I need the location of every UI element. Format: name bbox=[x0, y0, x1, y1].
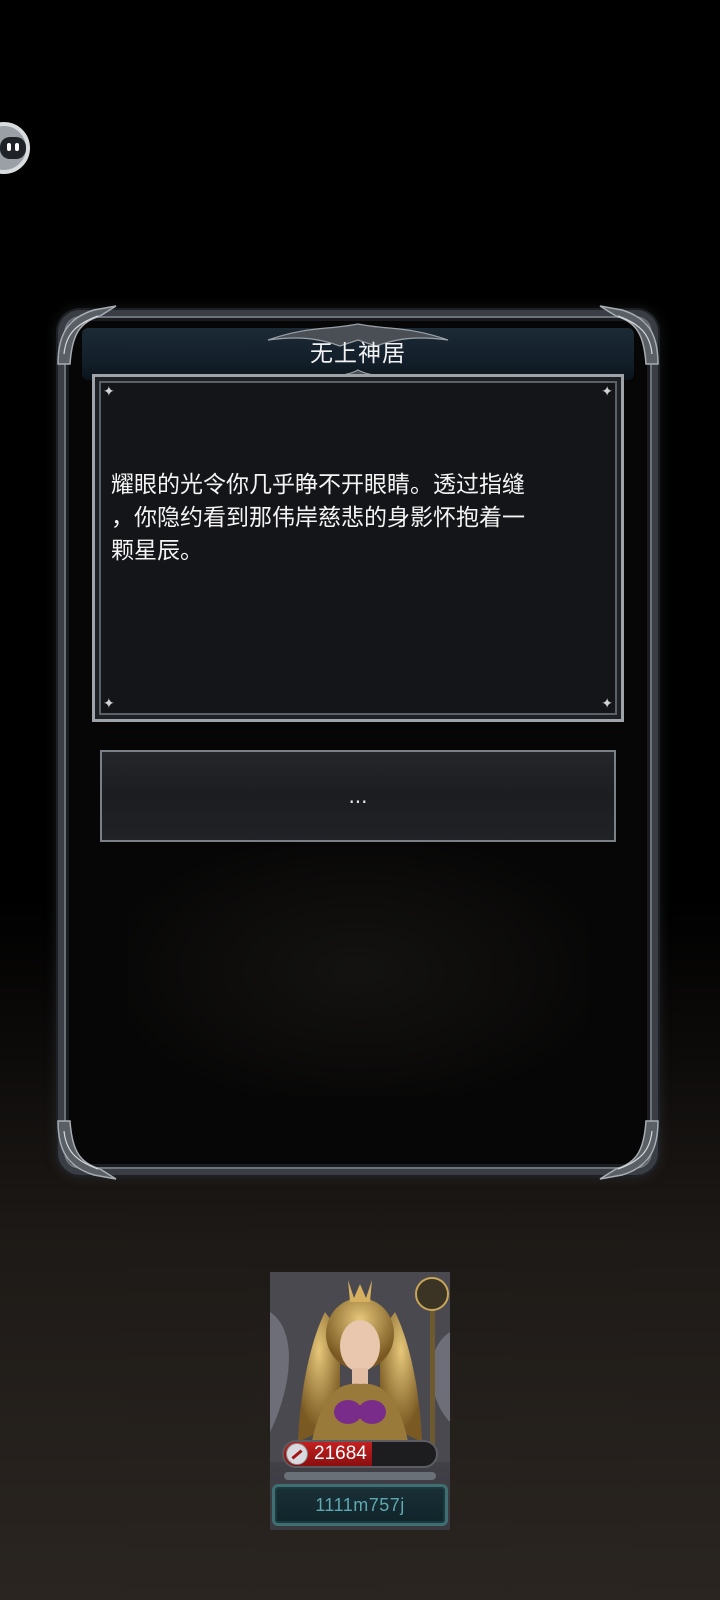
hero-card[interactable]: 21684 1111m757j bbox=[270, 1272, 450, 1530]
hero-portrait bbox=[270, 1272, 450, 1462]
dialog-title-bar: 无上神居 bbox=[82, 323, 634, 387]
ornament-corner-icon bbox=[599, 1120, 659, 1180]
story-text-panel: ✦ ✦ ✦ ✦ 耀眼的光令你几乎睁不开眼睛。透过指缝 ，你隐约看到那伟岸慈悲的身… bbox=[92, 374, 624, 722]
sword-power-icon bbox=[286, 1443, 308, 1465]
sparkle-icon: ✦ bbox=[103, 696, 115, 712]
sparkle-icon: ✦ bbox=[103, 384, 115, 400]
continue-choice-button[interactable]: ... bbox=[100, 750, 616, 842]
experience-bar bbox=[284, 1472, 436, 1480]
event-dialog: 无上神居 ✦ ✦ ✦ ✦ 耀眼的光令你几乎睁不开眼睛。透过指缝 ，你隐约看到那伟… bbox=[57, 305, 659, 1180]
ornament-corner-icon bbox=[57, 1120, 117, 1180]
power-value: 21684 bbox=[314, 1443, 367, 1464]
power-bar: 21684 bbox=[282, 1440, 438, 1468]
game-screen: 无上神居 ✦ ✦ ✦ ✦ 耀眼的光令你几乎睁不开眼睛。透过指缝 ，你隐约看到那伟… bbox=[0, 0, 720, 1600]
floating-assistant-button[interactable] bbox=[0, 122, 30, 174]
assistant-bubble-icon bbox=[0, 137, 26, 159]
dialog-title: 无上神居 bbox=[310, 341, 406, 367]
story-text: 耀眼的光令你几乎睁不开眼睛。透过指缝 ，你隐约看到那伟岸慈悲的身影怀抱着一 颗星… bbox=[111, 472, 525, 564]
player-name-plate: 1111m757j bbox=[272, 1484, 448, 1526]
sparkle-icon: ✦ bbox=[601, 384, 613, 400]
dialog-background-texture bbox=[128, 846, 588, 1096]
sparkle-icon: ✦ bbox=[601, 696, 613, 712]
choice-label: ... bbox=[348, 784, 368, 808]
player-name: 1111m757j bbox=[315, 1494, 405, 1515]
